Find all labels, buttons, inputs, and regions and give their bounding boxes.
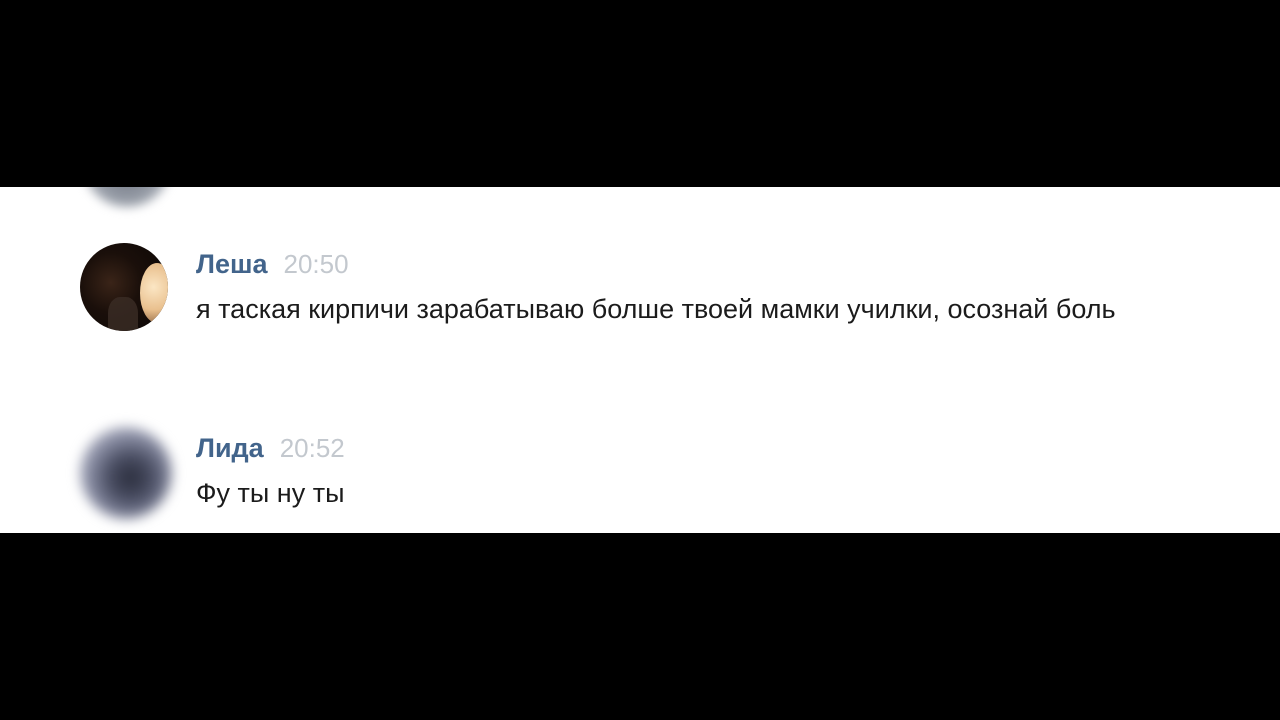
avatar[interactable] — [80, 243, 168, 331]
avatar-photo-shadow — [108, 297, 138, 331]
message: Леша 20:50 я таская кирпичи зарабатываю б… — [196, 249, 1156, 331]
message-timestamp[interactable]: 20:50 — [283, 249, 348, 279]
message-text: я таская кирпичи зарабатываю болше твоей… — [196, 294, 1116, 324]
author-name[interactable]: Леша — [196, 249, 267, 279]
author-name[interactable]: Лида — [196, 433, 264, 463]
chat-message-list[interactable]: Леша 20:50 я таская кирпичи зарабатываю б… — [0, 187, 1280, 533]
avatar[interactable] — [82, 187, 172, 207]
message-header: Леша 20:50 — [196, 249, 1156, 279]
video-frame: Леша 20:50 я таская кирпичи зарабатываю б… — [0, 0, 1280, 720]
message-timestamp[interactable]: 20:52 — [280, 433, 345, 463]
message-text: Фу ты ну ты — [196, 478, 345, 508]
avatar[interactable] — [80, 427, 172, 519]
message-header: Лида 20:52 — [196, 433, 1156, 463]
avatar-photo-highlight — [140, 263, 168, 323]
message: Лида 20:52 Фу ты ну ты — [196, 433, 1156, 515]
